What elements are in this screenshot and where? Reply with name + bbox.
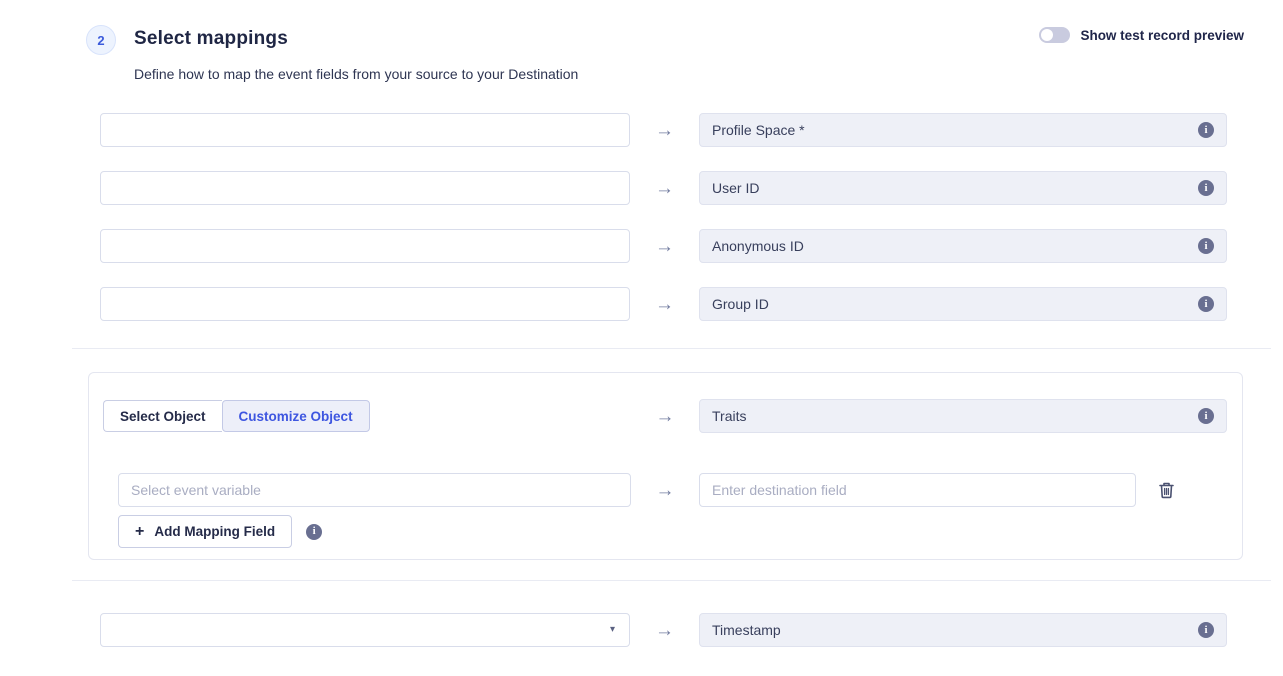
destination-label: Traits	[712, 408, 1198, 424]
info-icon[interactable]: i	[1198, 622, 1214, 638]
add-mapping-row: + Add Mapping Field i	[118, 515, 1242, 548]
delete-mapping-button[interactable]	[1156, 479, 1177, 501]
destination-field-profile-space: Profile Space * i	[699, 113, 1227, 147]
source-input-user-id[interactable]	[100, 171, 630, 205]
section-divider	[72, 348, 1271, 349]
arrow-right-icon: →	[631, 481, 699, 500]
info-icon[interactable]: i	[1198, 122, 1214, 138]
trash-icon	[1158, 487, 1175, 502]
page-subtitle: Define how to map the event fields from …	[134, 66, 578, 82]
source-input-profile-space[interactable]	[100, 113, 630, 147]
page-title: Select mappings	[134, 28, 578, 50]
plus-icon: +	[135, 523, 144, 541]
info-icon[interactable]: i	[1198, 296, 1214, 312]
arrow-right-icon: →	[631, 407, 699, 426]
arrow-right-icon: →	[630, 295, 699, 314]
destination-field-user-id: User ID i	[699, 171, 1227, 205]
toggle-label: Show test record preview	[1080, 28, 1244, 43]
destination-field-traits: Traits i	[699, 399, 1227, 433]
test-record-preview-toggle-group: Show test record preview	[1039, 27, 1244, 43]
arrow-right-icon: →	[630, 237, 699, 256]
info-icon[interactable]: i	[306, 524, 322, 540]
traits-mapping-card: Select Object Customize Object → Traits …	[88, 372, 1243, 560]
arrow-right-icon: →	[630, 621, 699, 640]
destination-field-anonymous-id: Anonymous ID i	[699, 229, 1227, 263]
destination-field-input[interactable]	[699, 473, 1136, 507]
mapping-row-group-id: → Group ID i	[100, 287, 1227, 321]
destination-label: User ID	[712, 180, 1198, 196]
destination-label: Group ID	[712, 296, 1198, 312]
section-divider	[72, 580, 1271, 581]
show-test-record-preview-toggle[interactable]	[1039, 27, 1070, 43]
info-icon[interactable]: i	[1198, 408, 1214, 424]
info-icon[interactable]: i	[1198, 238, 1214, 254]
add-mapping-field-label: Add Mapping Field	[154, 524, 275, 539]
step-number-badge: 2	[86, 25, 116, 55]
custom-mapping-row: →	[118, 473, 1242, 507]
destination-field-group-id: Group ID i	[699, 287, 1227, 321]
add-mapping-field-button[interactable]: + Add Mapping Field	[118, 515, 292, 548]
event-variable-input[interactable]	[118, 473, 631, 507]
toggle-knob	[1041, 29, 1053, 41]
object-mode-segmented-control: Select Object Customize Object	[103, 400, 631, 432]
tab-customize-object[interactable]: Customize Object	[222, 400, 370, 432]
tab-select-object[interactable]: Select Object	[103, 400, 222, 432]
destination-label: Profile Space *	[712, 122, 1198, 138]
source-input-group-id[interactable]	[100, 287, 630, 321]
traits-header-row: Select Object Customize Object → Traits …	[103, 399, 1242, 433]
source-input-anonymous-id[interactable]	[100, 229, 630, 263]
mapping-rows: → Profile Space * i → User ID i → Anonym…	[100, 113, 1227, 345]
destination-label: Anonymous ID	[712, 238, 1198, 254]
timestamp-source-select[interactable]: ▾	[100, 613, 630, 647]
mapping-row-profile-space: → Profile Space * i	[100, 113, 1227, 147]
info-icon[interactable]: i	[1198, 180, 1214, 196]
timestamp-mapping-row: ▾ → Timestamp i	[100, 613, 1227, 647]
chevron-down-icon: ▾	[610, 625, 615, 635]
mapping-row-anonymous-id: → Anonymous ID i	[100, 229, 1227, 263]
destination-label: Timestamp	[712, 622, 1198, 638]
arrow-right-icon: →	[630, 179, 699, 198]
arrow-right-icon: →	[630, 121, 699, 140]
destination-field-timestamp: Timestamp i	[699, 613, 1227, 647]
header: 2 Select mappings Define how to map the …	[86, 25, 578, 82]
mapping-row-user-id: → User ID i	[100, 171, 1227, 205]
